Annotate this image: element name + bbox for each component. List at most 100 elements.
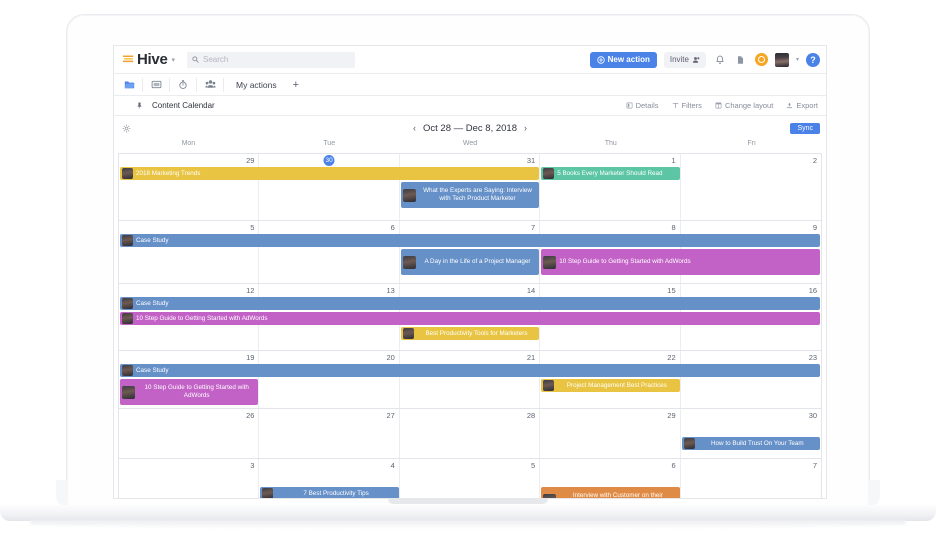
day-cell[interactable]: 5	[400, 459, 540, 499]
day-cell[interactable]: 28	[400, 409, 540, 458]
page-title: Content Calendar	[152, 101, 215, 110]
nav-item-team[interactable]	[199, 74, 221, 96]
add-user-icon	[692, 56, 700, 64]
day-number: 27	[386, 411, 394, 420]
new-action-button[interactable]: New action	[590, 52, 657, 68]
laptop-foot-left	[56, 480, 68, 506]
next-period-button[interactable]: ›	[524, 123, 527, 133]
nav-item-timesheets[interactable]	[172, 74, 194, 96]
calendar-event[interactable]: Interview with Customer on their Workflo…	[541, 487, 679, 499]
notifications-button[interactable]	[713, 53, 727, 67]
add-tab-button[interactable]: +	[287, 79, 305, 91]
calendar-event[interactable]: 7 Best Productivity Tips	[260, 487, 398, 499]
event-title: A Day in the Life of a Project Manager	[419, 258, 539, 266]
day-cell[interactable]: 30	[259, 154, 399, 220]
nav-item-projects[interactable]	[118, 74, 140, 96]
event-avatar	[122, 365, 133, 376]
day-cell[interactable]: 29	[540, 409, 680, 458]
day-number: 8	[671, 223, 675, 232]
calendar-event[interactable]: 10 Step Guide to Getting Started with Ad…	[120, 312, 820, 325]
top-bar: Hive ▾ Search New action	[114, 46, 826, 74]
documents-button[interactable]	[734, 53, 748, 67]
gear-icon[interactable]	[122, 124, 131, 133]
calendar-event[interactable]: Case Study	[120, 234, 820, 247]
day-cells: 34567	[119, 459, 821, 499]
day-cell[interactable]: 26	[119, 409, 259, 458]
search-input[interactable]: Search	[187, 52, 355, 68]
hive-logo-text: Hive	[137, 52, 168, 67]
day-cell[interactable]: 21	[400, 351, 540, 408]
details-icon	[626, 102, 633, 109]
avatar[interactable]	[775, 53, 789, 67]
weekday-header-wed: Wed	[400, 140, 541, 153]
day-cell[interactable]: 30	[681, 409, 821, 458]
day-cell[interactable]: 29	[119, 154, 259, 220]
chevron-down-icon[interactable]: ▾	[796, 56, 799, 63]
calendar-event[interactable]: What the Experts are Saying: Interview w…	[401, 182, 539, 208]
event-avatar	[543, 380, 554, 391]
nav-divider	[196, 78, 197, 92]
calendar-event[interactable]: How to Build Trust On Your Team	[682, 437, 820, 450]
calendar-event[interactable]: Best Productivity Tools for Marketers	[401, 327, 539, 340]
sync-button[interactable]: Sync	[790, 123, 820, 134]
invite-button[interactable]: Invite	[664, 52, 706, 68]
event-avatar	[403, 256, 416, 269]
calendar-event[interactable]: Case Study	[120, 297, 820, 310]
filter-icon	[672, 102, 679, 109]
date-range-label: Oct 28 — Dec 8, 2018	[423, 123, 517, 134]
calendar-event[interactable]: 10 Step Guide to Getting Started with Ad…	[541, 249, 820, 275]
nav-item-messages[interactable]	[145, 74, 167, 96]
day-cell[interactable]: 3	[119, 459, 259, 499]
change-layout-button[interactable]: Change layout	[715, 101, 773, 110]
day-number: 1	[671, 156, 675, 165]
day-number: 12	[246, 286, 254, 295]
event-title: 10 Step Guide to Getting Started with Ad…	[559, 258, 820, 266]
day-number: 15	[667, 286, 675, 295]
event-avatar	[543, 256, 556, 269]
calendar-week-row: 345677 Best Productivity Tips Interview w…	[119, 459, 821, 499]
event-avatar	[122, 386, 135, 399]
prev-period-button[interactable]: ‹	[413, 123, 416, 133]
time-tracking-button[interactable]	[755, 53, 768, 66]
day-cell[interactable]: 6	[259, 221, 399, 283]
calendar-event[interactable]: 2018 Marketing Trends	[120, 167, 539, 180]
laptop-base-shadow	[30, 520, 906, 529]
export-button[interactable]: Export	[786, 101, 818, 110]
day-number: 21	[527, 353, 535, 362]
event-title: Best Productivity Tools for Marketers	[417, 330, 539, 338]
filters-button[interactable]: Filters	[672, 101, 702, 110]
day-cell[interactable]: 1	[540, 154, 680, 220]
day-number: 31	[527, 156, 535, 165]
day-cell[interactable]: 20	[259, 351, 399, 408]
hive-app-window: Hive ▾ Search New action	[113, 45, 827, 499]
event-title: Case Study	[136, 300, 820, 308]
nav-divider	[142, 78, 143, 92]
chevron-down-icon: ▾	[172, 56, 176, 64]
help-button[interactable]: ?	[806, 53, 820, 67]
layout-icon	[715, 102, 722, 109]
pin-icon[interactable]	[136, 101, 143, 110]
day-cell[interactable]: 5	[119, 221, 259, 283]
day-number: 16	[809, 286, 817, 295]
day-cell[interactable]: 27	[259, 409, 399, 458]
day-cell[interactable]: 23	[681, 351, 821, 408]
folder-icon	[124, 79, 135, 90]
calendar-event[interactable]: A Day in the Life of a Project Manager	[401, 249, 539, 275]
weekday-header-tue: Tue	[259, 140, 400, 153]
project-actions: Details Filters Change layout	[626, 101, 818, 110]
day-cell[interactable]: 2	[681, 154, 821, 220]
calendar-event[interactable]: Case Study	[120, 364, 820, 377]
day-cell[interactable]: 7	[681, 459, 821, 499]
calendar-grid: 293031122018 Marketing Trends5 Books Eve…	[118, 153, 822, 499]
tab-my-actions[interactable]: My actions	[226, 80, 287, 90]
event-title: 2018 Marketing Trends	[136, 170, 539, 178]
laptop-foot-right	[868, 480, 880, 506]
scene: Hive ▾ Search New action	[0, 0, 936, 554]
calendar-event[interactable]: Project Management Best Practices	[541, 379, 679, 392]
day-number: 30	[809, 411, 817, 420]
calendar-event[interactable]: 5 Books Every Marketer Should Read	[541, 167, 679, 180]
calendar-event[interactable]: 10 Step Guide to Getting Started with Ad…	[120, 379, 258, 405]
nav-divider	[169, 78, 170, 92]
details-button[interactable]: Details	[626, 101, 659, 110]
hive-logo[interactable]: Hive ▾	[122, 52, 175, 67]
